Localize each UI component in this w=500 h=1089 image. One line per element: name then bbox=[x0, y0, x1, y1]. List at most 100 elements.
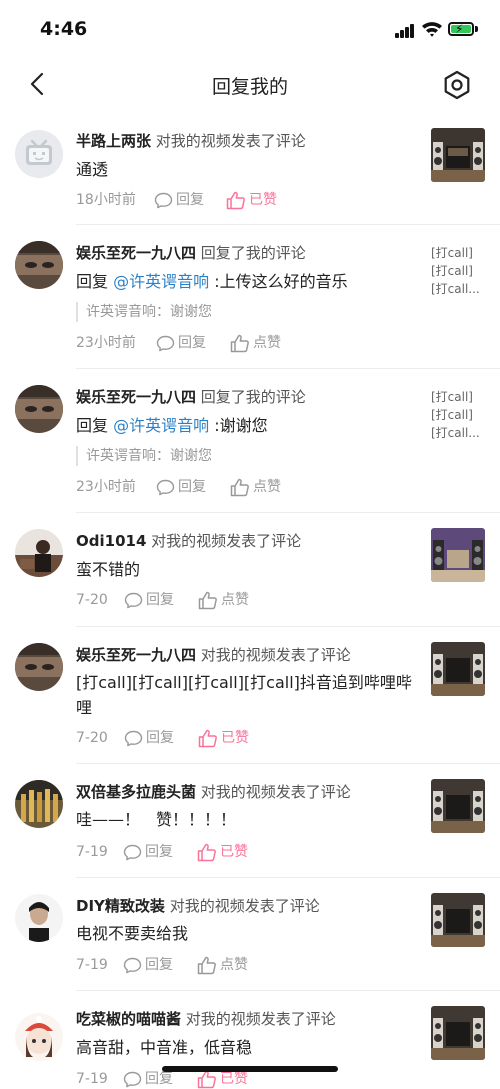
reply-button[interactable]: 回复 bbox=[124, 590, 174, 610]
original-comment-preview[interactable]: [打call] [打call] [打call... bbox=[431, 388, 480, 442]
thumbs-up-icon bbox=[198, 591, 217, 609]
video-thumbnail[interactable] bbox=[431, 779, 485, 833]
comment-content[interactable]: 高音甜，中音准，低音稳 bbox=[76, 1035, 416, 1060]
video-thumbnail[interactable] bbox=[431, 893, 485, 947]
item-header: 娱乐至死一九八四 回复了我的评论 bbox=[76, 242, 306, 263]
avatar[interactable] bbox=[15, 241, 63, 289]
reply-button[interactable]: 回复 bbox=[156, 333, 206, 353]
like-label: 已赞 bbox=[220, 844, 248, 860]
user-photo bbox=[15, 241, 63, 289]
user-photo bbox=[15, 643, 63, 691]
reply-button[interactable]: 回复 bbox=[123, 955, 173, 975]
comment-bubble-icon bbox=[123, 844, 142, 860]
like-label: 点赞 bbox=[253, 335, 281, 351]
reply-item[interactable]: 双倍基多拉鹿头菌 对我的视频发表了评论 哇——！ 赞！！！！ 7-19 回复 已… bbox=[0, 764, 500, 877]
username[interactable]: DIY精致改装 bbox=[76, 897, 165, 915]
like-button[interactable]: 已赞 bbox=[197, 842, 248, 862]
video-thumbnail-image bbox=[431, 893, 485, 947]
reply-item[interactable]: 半路上两张 对我的视频发表了评论 通透 18小时前 回复 已赞 bbox=[0, 118, 500, 224]
like-button[interactable]: 已赞 bbox=[226, 190, 277, 210]
item-header: 娱乐至死一九八四 回复了我的评论 bbox=[76, 386, 306, 407]
item-header: 吃菜椒的喵喵酱 对我的视频发表了评论 bbox=[76, 1008, 336, 1029]
thumbs-up-icon bbox=[197, 956, 216, 974]
avatar[interactable] bbox=[15, 780, 63, 828]
comment-bubble-icon bbox=[154, 192, 173, 208]
reply-button[interactable]: 回复 bbox=[123, 1069, 173, 1089]
username[interactable]: 娱乐至死一九八四 bbox=[76, 244, 196, 262]
avatar[interactable] bbox=[15, 894, 63, 942]
comment-bubble-icon bbox=[123, 957, 142, 973]
username[interactable]: 娱乐至死一九八四 bbox=[76, 646, 196, 664]
username[interactable]: 双倍基多拉鹿头菌 bbox=[76, 783, 196, 801]
action-text: 对我的视频发表了评论 bbox=[185, 1010, 336, 1028]
timestamp: 23小时前 bbox=[76, 335, 136, 351]
comment-content[interactable]: 回复 @许英谔音响 :上传这么好的音乐 bbox=[76, 269, 416, 294]
quoted-comment[interactable]: 许英谔音响：谢谢您 bbox=[76, 302, 212, 322]
home-indicator[interactable] bbox=[162, 1066, 338, 1072]
username[interactable]: 半路上两张 bbox=[76, 132, 151, 150]
avatar[interactable] bbox=[15, 643, 63, 691]
reply-button[interactable]: 回复 bbox=[156, 477, 206, 497]
reply-button[interactable]: 回复 bbox=[124, 728, 174, 748]
video-thumbnail-image bbox=[431, 128, 485, 182]
reply-text: :谢谢您 bbox=[209, 416, 268, 435]
comment-content[interactable]: 电视不要卖给我 bbox=[76, 921, 416, 946]
reply-label: 回复 bbox=[145, 844, 173, 860]
video-thumbnail[interactable] bbox=[431, 528, 485, 582]
avatar[interactable] bbox=[15, 1013, 63, 1061]
like-button[interactable]: 点赞 bbox=[230, 333, 281, 353]
thumbs-up-icon bbox=[226, 191, 245, 209]
action-text: 回复了我的评论 bbox=[200, 244, 306, 262]
username[interactable]: 吃菜椒的喵喵酱 bbox=[76, 1010, 181, 1028]
comment-bubble-icon bbox=[123, 1071, 142, 1087]
reply-item[interactable]: 娱乐至死一九八四 回复了我的评论 回复 @许英谔音响 :上传这么好的音乐 许英谔… bbox=[0, 225, 500, 368]
item-header: 双倍基多拉鹿头菌 对我的视频发表了评论 bbox=[76, 781, 351, 802]
reply-button[interactable]: 回复 bbox=[123, 842, 173, 862]
preview-line: [打call] bbox=[431, 246, 473, 260]
item-header: DIY精致改装 对我的视频发表了评论 bbox=[76, 895, 320, 916]
video-thumbnail[interactable] bbox=[431, 1006, 485, 1060]
reply-item[interactable]: 娱乐至死一九八四 回复了我的评论 回复 @许英谔音响 :谢谢您 许英谔音响：谢谢… bbox=[0, 369, 500, 512]
original-comment-preview[interactable]: [打call] [打call] [打call... bbox=[431, 244, 480, 298]
like-label: 已赞 bbox=[249, 192, 277, 208]
video-thumbnail-image bbox=[431, 779, 485, 833]
like-button[interactable]: 点赞 bbox=[197, 955, 248, 975]
username[interactable]: 娱乐至死一九八四 bbox=[76, 388, 196, 406]
video-thumbnail[interactable] bbox=[431, 128, 485, 182]
comment-content[interactable]: 回复 @许英谔音响 :谢谢您 bbox=[76, 413, 416, 438]
mention-link[interactable]: @许英谔音响 bbox=[113, 416, 209, 435]
settings-hexagon-icon[interactable] bbox=[440, 68, 474, 102]
comment-content[interactable]: 蛮不错的 bbox=[76, 557, 416, 582]
mention-link[interactable]: @许英谔音响 bbox=[113, 272, 209, 291]
avatar[interactable] bbox=[15, 529, 63, 577]
reply-label: 回复 bbox=[176, 192, 204, 208]
comment-content[interactable]: [打call][打call][打call][打call]抖音追到哔哩哔哩 bbox=[76, 670, 416, 720]
reply-label: 回复 bbox=[146, 730, 174, 746]
like-label: 已赞 bbox=[221, 730, 249, 746]
thumbs-up-icon bbox=[230, 334, 249, 352]
like-button[interactable]: 点赞 bbox=[198, 590, 249, 610]
comment-content[interactable]: 通透 bbox=[76, 157, 416, 182]
reply-item[interactable]: Odi1014 对我的视频发表了评论 蛮不错的 7-20 回复 点赞 bbox=[0, 513, 500, 626]
avatar[interactable] bbox=[15, 385, 63, 433]
comment-bubble-icon bbox=[124, 592, 143, 608]
timestamp: 23小时前 bbox=[76, 479, 136, 495]
action-text: 对我的视频发表了评论 bbox=[151, 532, 302, 550]
like-button[interactable]: 已赞 bbox=[197, 1069, 248, 1089]
reply-text: :上传这么好的音乐 bbox=[209, 272, 348, 291]
comment-bubble-icon bbox=[156, 335, 175, 351]
like-button[interactable]: 已赞 bbox=[198, 728, 249, 748]
status-bar: 4:46 ⚡ bbox=[0, 0, 500, 58]
like-button[interactable]: 点赞 bbox=[230, 477, 281, 497]
quoted-comment[interactable]: 许英谔音响：谢谢您 bbox=[76, 446, 212, 466]
reply-label: 回复 bbox=[145, 1071, 173, 1087]
avatar[interactable] bbox=[15, 130, 63, 178]
video-thumbnail[interactable] bbox=[431, 642, 485, 696]
like-label: 点赞 bbox=[220, 957, 248, 973]
reply-button[interactable]: 回复 bbox=[154, 190, 204, 210]
reply-item[interactable]: DIY精致改装 对我的视频发表了评论 电视不要卖给我 7-19 回复 点赞 bbox=[0, 878, 500, 990]
comment-content[interactable]: 哇——！ 赞！！！！ bbox=[76, 807, 416, 832]
username[interactable]: Odi1014 bbox=[76, 532, 146, 550]
reply-item[interactable]: 娱乐至死一九八四 对我的视频发表了评论 [打call][打call][打call… bbox=[0, 627, 500, 763]
action-text: 对我的视频发表了评论 bbox=[200, 783, 351, 801]
